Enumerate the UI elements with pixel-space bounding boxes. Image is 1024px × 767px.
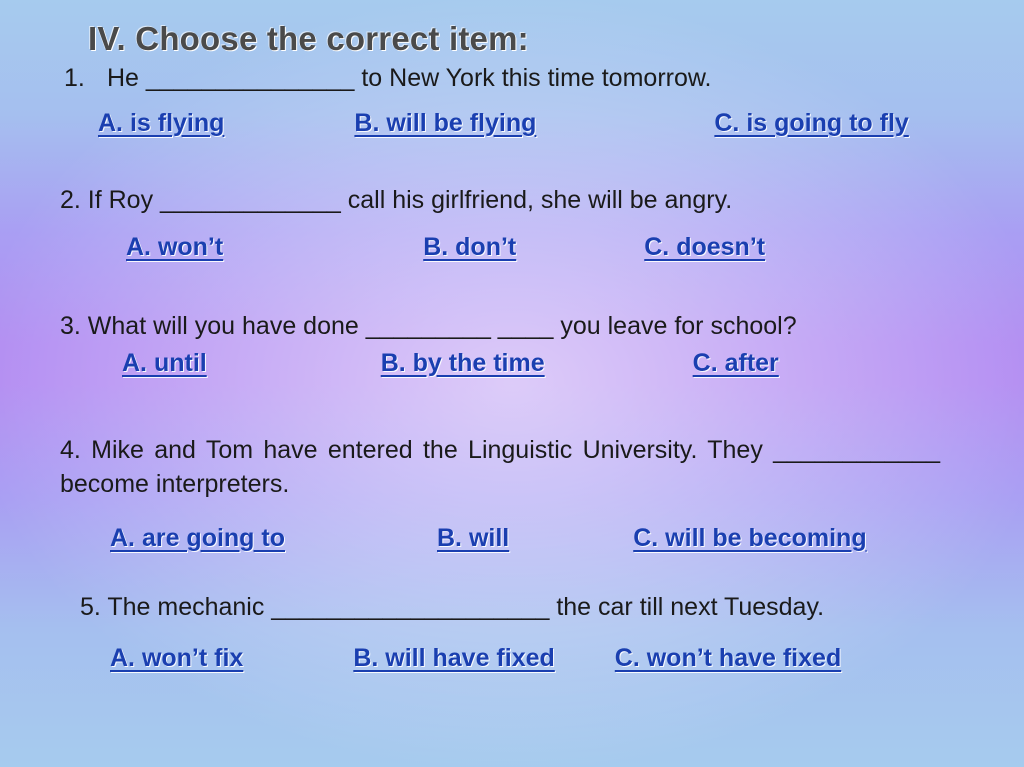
question-2-options: A. won’t B. don’t C. doesn’t bbox=[60, 233, 974, 262]
q5-option-a[interactable]: A. won’t fix bbox=[110, 644, 243, 673]
q3-option-a[interactable]: A. until bbox=[122, 349, 207, 378]
question-2: 2. If Roy _____________ call his girlfri… bbox=[60, 186, 974, 215]
question-1: 1. He _______________ to New York this t… bbox=[60, 64, 974, 93]
question-4: 4. Mike and Tom have entered the Linguis… bbox=[60, 434, 940, 502]
q2-option-c[interactable]: C. doesn’t bbox=[644, 233, 765, 262]
question-4-wrap: 4. Mike and Tom have entered the Linguis… bbox=[60, 434, 940, 502]
q1-option-b[interactable]: B. will be flying bbox=[354, 109, 536, 138]
q4-option-b[interactable]: B. will bbox=[437, 524, 509, 553]
q5-option-b[interactable]: B. will have fixed bbox=[353, 644, 554, 673]
q4-option-c[interactable]: C. will be becoming bbox=[633, 524, 866, 553]
slide-content: IV. Choose the correct item: 1. He _____… bbox=[0, 0, 1024, 693]
question-3: 3. What will you have done _________ ___… bbox=[60, 312, 974, 341]
q1-option-a[interactable]: A. is flying bbox=[98, 109, 224, 138]
q2-option-b[interactable]: B. don’t bbox=[423, 233, 516, 262]
section-title: IV. Choose the correct item: bbox=[88, 20, 974, 58]
q4-option-a[interactable]: A. are going to bbox=[110, 524, 285, 553]
question-4-options: A. are going to B. will C. will be becom… bbox=[60, 524, 974, 553]
q1-option-c[interactable]: C. is going to fly bbox=[714, 109, 908, 138]
q3-option-c[interactable]: C. after bbox=[693, 349, 779, 378]
question-1-text: He _______________ to New York this time… bbox=[107, 64, 712, 92]
q5-option-c[interactable]: C. won’t have fixed bbox=[615, 644, 841, 673]
q2-option-a[interactable]: A. won’t bbox=[126, 233, 223, 262]
question-1-number: 1. bbox=[64, 64, 100, 93]
q3-option-b[interactable]: B. by the time bbox=[381, 349, 545, 378]
question-1-options: A. is flying B. will be flying C. is goi… bbox=[60, 109, 974, 138]
question-3-options: A. until B. by the time C. after bbox=[60, 349, 974, 378]
question-5-options: A. won’t fix B. will have fixed C. won’t… bbox=[60, 644, 974, 673]
question-5: 5. The mechanic ____________________ the… bbox=[80, 593, 974, 622]
